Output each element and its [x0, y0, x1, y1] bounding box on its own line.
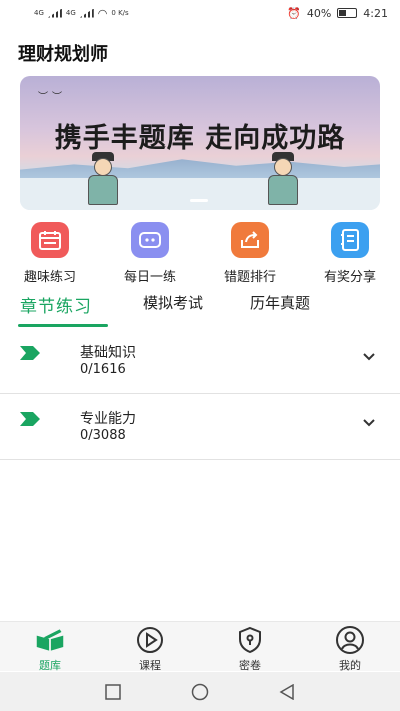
- bird-icon: ︶: [52, 92, 62, 103]
- nav-mine[interactable]: 我的: [320, 626, 380, 673]
- tab-active-indicator: [18, 324, 108, 327]
- clock: 4:21: [363, 6, 388, 20]
- status-right: ⏰ 40% 4:21: [287, 7, 388, 20]
- nav-label: 密卷: [239, 659, 261, 672]
- flag-icon: [20, 412, 40, 426]
- tab-mock-exam[interactable]: 模拟考试: [143, 292, 203, 313]
- play-icon: [135, 626, 165, 654]
- network-speed: 0 K/s: [111, 9, 129, 17]
- robot-icon: [131, 222, 169, 258]
- nav-question-bank[interactable]: 题库: [20, 626, 80, 673]
- nav-label: 我的: [339, 659, 361, 672]
- status-bar: 4G 4G ◠ 0 K/s ⏰ 40% 4:21: [0, 0, 400, 26]
- scholar-figure-right: [262, 152, 304, 206]
- back-icon[interactable]: [279, 683, 295, 700]
- nav-courses[interactable]: 课程: [120, 626, 180, 673]
- quick-item-fun-practice[interactable]: 趣味练习: [18, 222, 82, 285]
- chevron-down-icon[interactable]: [362, 350, 376, 364]
- chapter-row-basic[interactable]: 基础知识 0/1616: [0, 328, 400, 394]
- tab-chapter-practice[interactable]: 章节练习: [20, 292, 92, 317]
- quick-item-label: 每日一练: [123, 270, 176, 285]
- signal-2-label: 4G: [65, 9, 76, 17]
- recent-apps-icon[interactable]: [105, 683, 121, 700]
- nav-label: 课程: [139, 659, 161, 672]
- share-icon: [231, 222, 269, 258]
- banner-mountain: [20, 159, 380, 180]
- nav-secret-papers[interactable]: 密卷: [220, 626, 280, 673]
- promo-banner[interactable]: ︶ ︶ 携手丰题库 走向成功路: [20, 76, 380, 210]
- quick-item-label: 有奖分享: [323, 270, 376, 285]
- banner-ground: [20, 178, 380, 210]
- home-icon[interactable]: [191, 683, 209, 701]
- system-nav-bar: [0, 672, 400, 711]
- chapter-progress: 0/1616: [80, 362, 126, 377]
- quick-item-label: 错题排行: [223, 270, 276, 285]
- chapter-name: 基础知识: [80, 345, 136, 361]
- quick-menu: 趣味练习 每日一练 错题排行 有奖分享: [0, 222, 400, 285]
- bottom-nav: 题库 课程 密卷 我的: [0, 621, 400, 673]
- tab-bar: 章节练习 模拟考试 历年真题: [0, 292, 400, 328]
- status-left: 4G 4G ◠ 0 K/s: [34, 7, 129, 20]
- carousel-indicator: [190, 199, 208, 202]
- chapter-row-professional[interactable]: 专业能力 0/3088: [0, 394, 400, 460]
- nav-label: 题库: [39, 659, 61, 672]
- bird-icon: ︶: [38, 92, 48, 103]
- alarm-icon: ⏰: [287, 6, 301, 20]
- shield-lock-icon: [235, 626, 265, 654]
- signal-icon: [79, 8, 94, 18]
- chapter-name: 专业能力: [80, 411, 136, 427]
- tab-past-papers[interactable]: 历年真题: [250, 292, 310, 313]
- wifi-icon: ◠: [97, 6, 108, 20]
- page-title: 理财规划师: [18, 44, 108, 65]
- signal-1-label: 4G: [34, 9, 44, 17]
- quick-item-daily-practice[interactable]: 每日一练: [118, 222, 182, 285]
- quick-item-wrong-ranking[interactable]: 错题排行: [218, 222, 282, 285]
- quick-item-reward-share[interactable]: 有奖分享: [318, 222, 382, 285]
- quick-item-label: 趣味练习: [23, 270, 76, 285]
- signal-icon: [47, 8, 62, 18]
- scholar-figure-left: [82, 152, 124, 206]
- notebook-icon: [331, 222, 369, 258]
- flag-icon: [20, 346, 40, 360]
- chapter-list: 基础知识 0/1616 专业能力 0/3088: [0, 328, 400, 460]
- book-icon: [35, 626, 65, 654]
- calendar-icon: [31, 222, 69, 258]
- battery-icon: [337, 8, 358, 18]
- chapter-progress: 0/3088: [80, 428, 126, 443]
- battery-percent: 40%: [306, 6, 332, 20]
- banner-slogan: 携手丰题库 走向成功路: [54, 123, 346, 154]
- chevron-down-icon[interactable]: [362, 416, 376, 430]
- user-icon: [335, 626, 365, 654]
